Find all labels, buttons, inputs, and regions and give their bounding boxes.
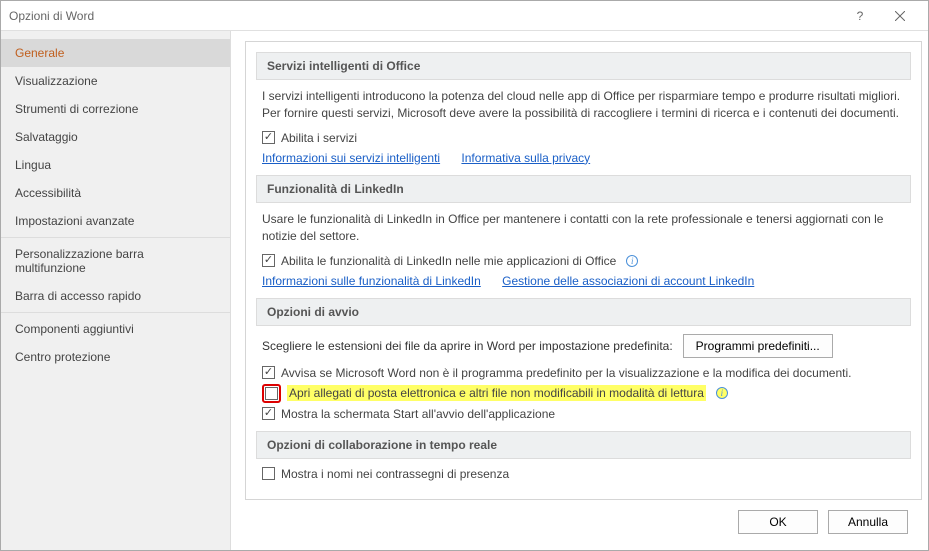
enable-services-row: Abilita i servizi xyxy=(262,131,905,145)
default-programs-row: Scegliere le estensioni dei file da apri… xyxy=(262,334,905,358)
default-programs-button[interactable]: Programmi predefiniti... xyxy=(683,334,833,358)
window-title: Opzioni di Word xyxy=(9,9,840,23)
section-startup: Opzioni di avvio xyxy=(256,298,911,326)
sidebar-item-ribbon[interactable]: Personalizzazione barra multifunzione xyxy=(1,240,230,282)
smart-description: I servizi intelligenti introducono la po… xyxy=(262,88,905,123)
enable-services-label: Abilita i servizi xyxy=(281,131,357,145)
options-scrollpane[interactable]: Servizi intelligenti di Office I servizi… xyxy=(245,41,922,500)
info-icon[interactable]: i xyxy=(716,387,728,399)
options-window: Opzioni di Word ? Generale Visualizzazio… xyxy=(0,0,929,551)
dialog-body: Generale Visualizzazione Strumenti di co… xyxy=(1,31,928,550)
default-programs-label: Scegliere le estensioni dei file da apri… xyxy=(262,339,673,353)
enable-linkedin-row: Abilita le funzionalità di LinkedIn nell… xyxy=(262,254,905,268)
presence-names-row: Mostra i nomi nei contrassegni di presen… xyxy=(262,467,905,481)
section-smart-services: Servizi intelligenti di Office xyxy=(256,52,911,80)
sidebar-item-trust[interactable]: Centro protezione xyxy=(1,343,230,371)
privacy-link[interactable]: Informativa sulla privacy xyxy=(461,151,590,165)
help-button[interactable]: ? xyxy=(840,2,880,30)
enable-linkedin-checkbox[interactable] xyxy=(262,254,275,267)
reading-mode-row: Apri allegati di posta elettronica e alt… xyxy=(262,384,905,403)
section-linkedin: Funzionalità di LinkedIn xyxy=(256,175,911,203)
sidebar-separator xyxy=(1,237,230,238)
reading-mode-label: Apri allegati di posta elettronica e alt… xyxy=(287,385,706,401)
warn-default-row: Avvisa se Microsoft Word non è il progra… xyxy=(262,366,905,380)
presence-names-label: Mostra i nomi nei contrassegni di presen… xyxy=(281,467,509,481)
warn-default-label: Avvisa se Microsoft Word non è il progra… xyxy=(281,366,852,380)
cancel-button[interactable]: Annulla xyxy=(828,510,908,534)
titlebar: Opzioni di Word ? xyxy=(1,1,928,31)
content-area: Servizi intelligenti di Office I servizi… xyxy=(231,31,928,550)
smart-info-link[interactable]: Informazioni sui servizi intelligenti xyxy=(262,151,440,165)
sidebar-item-salvataggio[interactable]: Salvataggio xyxy=(1,123,230,151)
info-icon[interactable]: i xyxy=(626,255,638,267)
sidebar-item-visualizzazione[interactable]: Visualizzazione xyxy=(1,67,230,95)
linkedin-description: Usare le funzionalità di LinkedIn in Off… xyxy=(262,211,905,246)
close-button[interactable] xyxy=(880,2,920,30)
sidebar-item-generale[interactable]: Generale xyxy=(1,39,230,67)
category-sidebar: Generale Visualizzazione Strumenti di co… xyxy=(1,31,231,550)
smart-links: Informazioni sui servizi intelligenti In… xyxy=(262,151,905,165)
start-screen-checkbox[interactable] xyxy=(262,407,275,420)
enable-linkedin-label: Abilita le funzionalità di LinkedIn nell… xyxy=(281,254,616,268)
section-collab: Opzioni di collaborazione in tempo reale xyxy=(256,431,911,459)
close-icon xyxy=(895,11,905,21)
linkedin-accounts-link[interactable]: Gestione delle associazioni di account L… xyxy=(502,274,754,288)
sidebar-separator xyxy=(1,312,230,313)
start-screen-label: Mostra la schermata Start all'avvio dell… xyxy=(281,407,555,421)
highlight-marker xyxy=(262,384,281,403)
start-screen-row: Mostra la schermata Start all'avvio dell… xyxy=(262,407,905,421)
sidebar-item-qat[interactable]: Barra di accesso rapido xyxy=(1,282,230,310)
dialog-footer: OK Annulla xyxy=(245,500,922,544)
presence-names-checkbox[interactable] xyxy=(262,467,275,480)
sidebar-item-addins[interactable]: Componenti aggiuntivi xyxy=(1,315,230,343)
sidebar-item-avanzate[interactable]: Impostazioni avanzate xyxy=(1,207,230,235)
sidebar-item-strumenti[interactable]: Strumenti di correzione xyxy=(1,95,230,123)
enable-services-checkbox[interactable] xyxy=(262,131,275,144)
linkedin-info-link[interactable]: Informazioni sulle funzionalità di Linke… xyxy=(262,274,481,288)
sidebar-item-accessibilita[interactable]: Accessibilità xyxy=(1,179,230,207)
sidebar-item-lingua[interactable]: Lingua xyxy=(1,151,230,179)
warn-default-checkbox[interactable] xyxy=(262,366,275,379)
linkedin-links: Informazioni sulle funzionalità di Linke… xyxy=(262,274,905,288)
ok-button[interactable]: OK xyxy=(738,510,818,534)
reading-mode-checkbox[interactable] xyxy=(265,387,278,400)
